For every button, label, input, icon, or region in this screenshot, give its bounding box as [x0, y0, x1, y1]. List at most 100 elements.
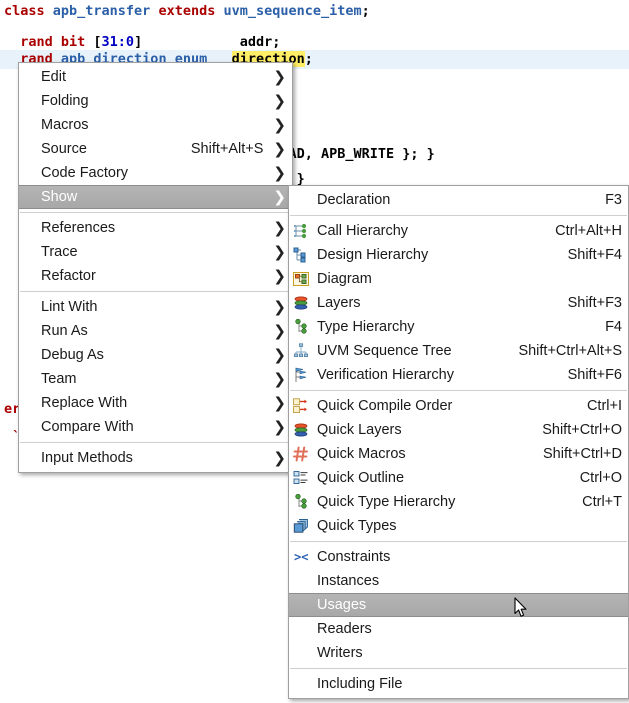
menu-item-label: Quick Layers: [317, 422, 524, 438]
no-icon: [293, 597, 313, 613]
no-icon: [293, 676, 313, 692]
menu-item-label: Trace: [41, 244, 263, 260]
menu-item-shortcut: Ctrl+I: [587, 398, 622, 414]
menu-item-label: UVM Sequence Tree: [317, 343, 500, 359]
menu-item-label: Instances: [317, 573, 622, 589]
type-hierarchy-icon: [293, 494, 313, 510]
code-token: apb_transfer: [53, 3, 159, 19]
menu-item-label: Readers: [317, 621, 622, 637]
menu-item-label: Call Hierarchy: [317, 223, 537, 239]
submenu-arrow-icon: ❯: [273, 300, 286, 315]
submenu-arrow-icon: ❯: [273, 396, 286, 411]
menu-item-shortcut: Shift+Ctrl+Alt+S: [518, 343, 622, 359]
menu-item-label: Quick Outline: [317, 470, 562, 486]
menu-item-declaration[interactable]: DeclarationF3: [289, 188, 628, 212]
menu-item-team[interactable]: Team❯: [19, 367, 292, 391]
menu-item-source[interactable]: SourceShift+Alt+S❯: [19, 137, 292, 161]
submenu-arrow-icon: ❯: [273, 94, 286, 109]
menu-item-replace-with[interactable]: Replace With❯: [19, 391, 292, 415]
menu-item-shortcut: Shift+Ctrl+D: [543, 446, 622, 462]
menu-item-label: Usages: [317, 597, 622, 613]
menu-item-label: Refactor: [41, 268, 263, 284]
uvm-sequence-tree-icon: [293, 343, 313, 359]
menu-item-instances[interactable]: Instances: [289, 569, 628, 593]
menu-item-readers[interactable]: Readers: [289, 617, 628, 641]
menu-item-design-hierarchy[interactable]: Design HierarchyShift+F4: [289, 243, 628, 267]
menu-item-shortcut: Shift+F6: [568, 367, 622, 383]
menu-item-type-hierarchy[interactable]: Type HierarchyF4: [289, 315, 628, 339]
menu-item-label: Show: [41, 189, 263, 205]
code-token: ] addr;: [134, 34, 280, 50]
submenu-arrow-icon: ❯: [273, 372, 286, 387]
menu-item-run-as[interactable]: Run As❯: [19, 319, 292, 343]
menu-item-edit[interactable]: Edit❯: [19, 65, 292, 89]
submenu-arrow-icon: ❯: [273, 142, 286, 157]
menu-item-verification-hierarchy[interactable]: Verification Hierarchy Shift+F6: [289, 363, 628, 387]
menu-item-diagram[interactable]: Diagram: [289, 267, 628, 291]
code-token: uvm_sequence_item: [223, 3, 361, 19]
hash-icon: [293, 446, 313, 462]
menu-item-label: Source: [41, 141, 173, 157]
menu-item-uvm-sequence-tree[interactable]: UVM Sequence Tree Shift+Ctrl+Alt+S: [289, 339, 628, 363]
no-icon: [293, 621, 313, 637]
menu-item-quick-compile-order[interactable]: Quick Compile OrderCtrl+I: [289, 394, 628, 418]
menu-item-quick-macros[interactable]: Quick MacrosShift+Ctrl+D: [289, 442, 628, 466]
menu-item-label: Writers: [317, 645, 622, 661]
submenu-arrow-icon: ❯: [273, 118, 286, 133]
menu-item-label: Constraints: [317, 549, 622, 565]
menu-item-label: Code Factory: [41, 165, 263, 181]
submenu-arrow-icon: ❯: [273, 221, 286, 236]
menu-item-label: Quick Type Hierarchy: [317, 494, 564, 510]
submenu-arrow-icon: ❯: [273, 245, 286, 260]
menu-item-label: Declaration: [317, 192, 587, 208]
outline-icon: [293, 470, 313, 486]
code-token: rand bit: [4, 34, 93, 50]
menu-item-show[interactable]: Show ❯: [19, 185, 292, 209]
menu-separator: [20, 291, 291, 292]
submenu-arrow-icon: ❯: [273, 451, 286, 466]
menu-item-lint-with[interactable]: Lint With❯: [19, 295, 292, 319]
submenu-arrow-icon: ❯: [273, 166, 286, 181]
menu-item-label: Run As: [41, 323, 263, 339]
menu-separator: [290, 668, 627, 669]
menu-separator: [290, 390, 627, 391]
menu-item-constraints[interactable]: >< Constraints: [289, 545, 628, 569]
menu-separator: [290, 541, 627, 542]
menu-item-trace[interactable]: Trace ❯: [19, 240, 292, 264]
menu-item-input-methods[interactable]: Input Methods ❯: [19, 446, 292, 470]
menu-item-quick-type-hierarchy[interactable]: Quick Type HierarchyCtrl+T: [289, 490, 628, 514]
menu-item-macros[interactable]: Macros❯: [19, 113, 292, 137]
menu-item-quick-types[interactable]: Quick Types: [289, 514, 628, 538]
submenu-arrow-icon: ❯: [273, 348, 286, 363]
code-token: [: [93, 34, 101, 50]
menu-item-folding[interactable]: Folding❯: [19, 89, 292, 113]
menu-item-shortcut: Shift+Ctrl+O: [542, 422, 622, 438]
menu-item-quick-outline[interactable]: Quick Outline Ctrl+O: [289, 466, 628, 490]
editor-context-menu[interactable]: Edit❯Folding❯Macros❯SourceShift+Alt+S❯Co…: [18, 62, 293, 473]
menu-item-code-factory[interactable]: Code Factory ❯: [19, 161, 292, 185]
no-icon: [293, 645, 313, 661]
menu-item-label: Quick Types: [317, 518, 622, 534]
menu-item-layers[interactable]: LayersShift+F3: [289, 291, 628, 315]
menu-item-writers[interactable]: Writers: [289, 641, 628, 665]
submenu-arrow-icon: ❯: [273, 190, 286, 205]
quick-types-icon: [293, 518, 313, 534]
menu-item-usages[interactable]: Usages: [289, 593, 628, 617]
submenu-arrow-icon: ❯: [273, 70, 286, 85]
menu-item-call-hierarchy[interactable]: Call HierarchyCtrl+Alt+H: [289, 219, 628, 243]
menu-item-label: Verification Hierarchy: [317, 367, 550, 383]
menu-item-quick-layers[interactable]: Quick Layers Shift+Ctrl+O: [289, 418, 628, 442]
no-icon: [293, 573, 313, 589]
menu-item-shortcut: Ctrl+O: [580, 470, 622, 486]
menu-item-compare-with[interactable]: Compare With❯: [19, 415, 292, 439]
menu-item-references[interactable]: References❯: [19, 216, 292, 240]
code-line: class apb_transfer extends uvm_sequence_…: [0, 2, 629, 21]
call-hierarchy-icon: [293, 223, 313, 239]
code-token: class: [4, 3, 53, 19]
menu-item-including-file[interactable]: Including File: [289, 672, 628, 696]
menu-item-label: Input Methods: [41, 450, 263, 466]
menu-item-refactor[interactable]: Refactor❯: [19, 264, 292, 288]
menu-item-label: Layers: [317, 295, 550, 311]
show-submenu[interactable]: DeclarationF3 Call HierarchyCtrl+Alt+H D…: [288, 185, 629, 699]
menu-item-debug-as[interactable]: Debug As❯: [19, 343, 292, 367]
